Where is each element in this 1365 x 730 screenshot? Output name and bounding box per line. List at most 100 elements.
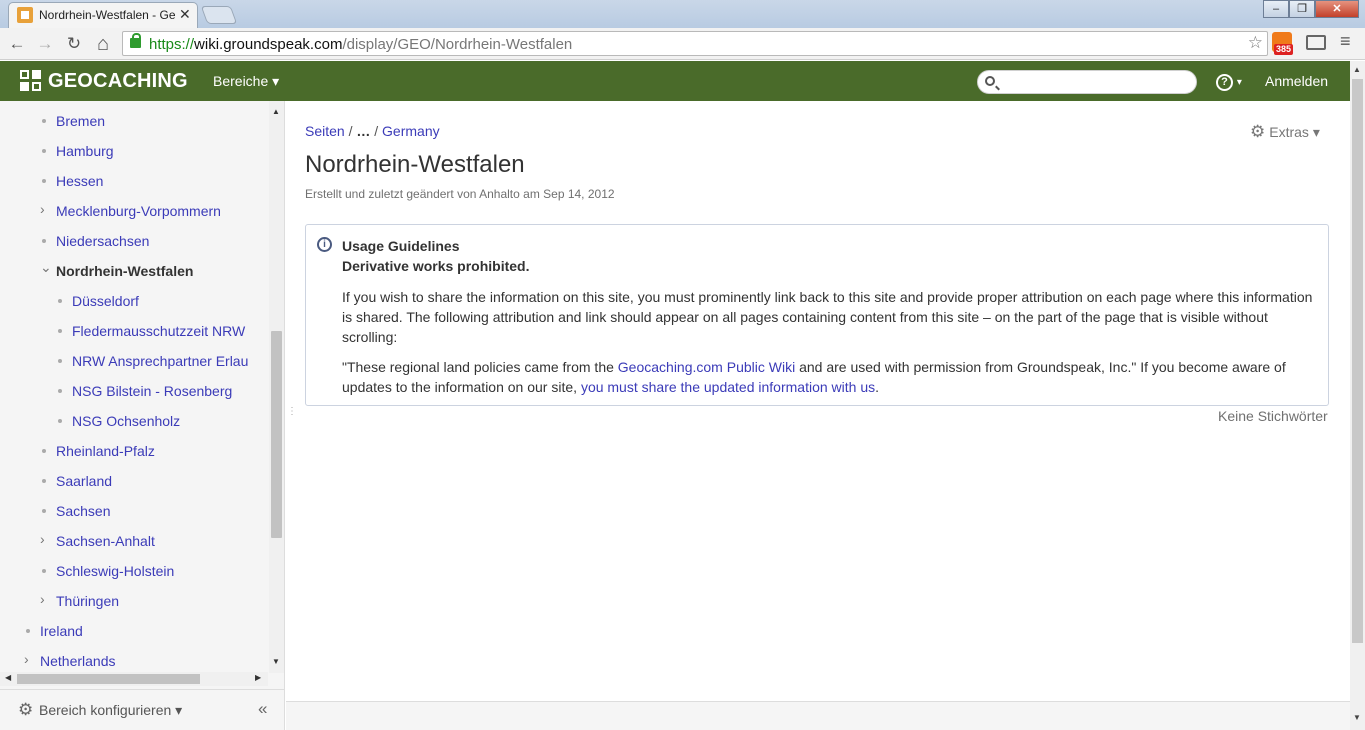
chevron-right-icon[interactable]: › [24,651,29,667]
spaces-menu[interactable]: Bereiche ▾ [213,73,279,90]
sidebar-tree-item[interactable]: Saarland [0,467,268,497]
browser-tab[interactable]: Nordrhein-Westfalen - Ge ✕ [8,2,198,28]
configure-space-button[interactable]: Bereich konfigurieren ▾ [39,702,182,719]
chevron-down-icon[interactable]: ⌄ [40,259,52,276]
sidebar-item-label: Saarland [56,473,113,489]
sidebar-tree-item[interactable]: NSG Bilstein - Rosenberg [0,377,268,407]
sidebar-tree-item[interactable]: Schleswig-Holstein [0,557,268,587]
tools-menu-label: Extras ▾ [1269,124,1320,140]
sidebar-item-label: Ireland [40,623,83,639]
sidebar-tree-item[interactable]: › Mecklenburg-Vorpommern [0,197,268,227]
breadcrumb-root-link[interactable]: Seiten [305,123,345,139]
public-wiki-link[interactable]: Geocaching.com Public Wiki [618,359,795,375]
bullet-icon [26,629,30,633]
breadcrumb: Seiten / … / Germany [305,123,440,139]
sidebar-item-label: Hessen [56,173,104,189]
new-tab-button[interactable] [200,6,238,24]
scroll-up-arrow-icon[interactable]: ▲ [1353,65,1361,74]
sidebar-item-label: Rheinland-Pfalz [56,443,155,459]
sidebar-tree-item[interactable]: › Thüringen [0,587,268,617]
bullet-icon [58,389,62,393]
chevron-right-icon[interactable]: › [40,531,45,547]
rss-extension-icon[interactable]: 385 [1272,32,1294,55]
browser-toolbar: ← → ↻ ⌂ https://wiki.groundspeak.com/dis… [0,28,1365,60]
bullet-icon [42,179,46,183]
hscroll-thumb[interactable] [17,674,200,684]
sidebar-tree-item[interactable]: Düsseldorf [0,287,268,317]
scroll-left-arrow-icon[interactable]: ◀ [5,673,11,682]
chevron-right-icon[interactable]: › [40,591,45,607]
usage-guidelines-panel: i Usage Guidelines Derivative works proh… [305,224,1329,406]
tools-menu[interactable]: ⚙ Extras ▾ [1250,122,1320,142]
geocaching-logo[interactable]: GEOCACHING [20,70,188,92]
sidebar-tree-item[interactable]: Hamburg [0,137,268,167]
sidebar-tree-item[interactable]: Niedersachsen [0,227,268,257]
breadcrumb-separator: / [370,123,383,139]
login-link[interactable]: Anmelden [1265,73,1328,89]
page-scroll-thumb[interactable] [1352,79,1363,643]
page-title: Nordrhein-Westfalen [305,151,525,178]
sidebar-item-label: Thüringen [56,593,120,609]
breadcrumb-ellipsis[interactable]: … [356,123,370,139]
gear-icon[interactable]: ⚙ [18,700,33,720]
sidebar-item-label: NSG Bilstein - Rosenberg [72,383,233,399]
scroll-thumb[interactable] [271,331,282,538]
collapse-sidebar-icon[interactable]: « [258,699,267,719]
sidebar-tree-item[interactable]: NRW Ansprechpartner Erlau [0,347,268,377]
panel-paragraph: If you wish to share the information on … [342,289,1313,345]
scroll-down-arrow-icon[interactable]: ▼ [1353,713,1361,722]
forward-icon[interactable]: → [33,32,57,56]
sidebar-item-label: Hamburg [56,143,114,159]
browser-menu-icon[interactable]: ≡ [1340,31,1351,52]
url-path: /display/GEO/Nordrhein-Westfalen [342,36,573,53]
sidebar-tree-item[interactable]: › Netherlands [0,647,268,673]
bullet-icon [58,359,62,363]
chevron-right-icon[interactable]: › [40,201,45,217]
scroll-up-arrow-icon[interactable]: ▲ [272,107,280,116]
site-favicon-icon [17,7,33,23]
breadcrumb-parent-link[interactable]: Germany [382,123,440,139]
sidebar: Bremen Hamburg Hessen › Mecklenburg-Vorpomme… [0,101,285,730]
main-content: Seiten / … / Germany ⚙ Extras ▾ Nordrhein… [286,101,1350,701]
sidebar-tree-item[interactable]: › Sachsen-Anhalt [0,527,268,557]
bullet-icon [58,329,62,333]
page-labels: Keine Stichwörter [1218,408,1328,424]
sidebar-tree-item[interactable]: Rheinland-Pfalz [0,437,268,467]
page-vertical-scrollbar[interactable]: ▲ ▼ [1350,61,1365,730]
sidebar-tree-item[interactable]: Hessen [0,167,268,197]
browser-tab-strip: Nordrhein-Westfalen - Ge ✕ ‒ ❐ ✕ [0,0,1365,28]
minimize-button[interactable]: ‒ [1263,0,1289,18]
sidebar-tree-item[interactable]: ⌄ Nordrhein-Westfalen [0,257,268,287]
sidebar-tree-item[interactable]: Bremen [0,107,268,137]
search-input[interactable] [977,70,1197,94]
tab-close-icon[interactable]: ✕ [179,6,191,23]
scroll-right-arrow-icon[interactable]: ▶ [255,673,261,682]
sidebar-item-label: NSG Ochsenholz [72,413,181,429]
page-footer [286,701,1350,730]
sidebar-tree-item[interactable]: NSG Ochsenholz [0,407,268,437]
scroll-down-arrow-icon[interactable]: ▼ [272,657,280,666]
address-bar[interactable]: https://wiki.groundspeak.com/display/GEO… [122,31,1268,56]
help-menu[interactable]: ? ▾ [1216,72,1242,91]
bookmark-star-icon[interactable]: ☆ [1248,33,1263,53]
bullet-icon [58,299,62,303]
reload-icon[interactable]: ↻ [62,32,86,56]
home-icon[interactable]: ⌂ [91,32,115,56]
site-header: GEOCACHING Bereiche ▾ ? ▾ Anmelden [0,61,1350,101]
sidebar-horizontal-scrollbar[interactable]: ◀ ▶ [0,672,268,686]
share-updates-link[interactable]: you must share the updated information w… [581,379,875,395]
help-icon: ? [1216,74,1233,91]
search-icon [985,76,995,86]
sidebar-tree-item[interactable]: Ireland [0,617,268,647]
sidebar-vertical-scrollbar[interactable]: ▲ ▼ [269,101,284,673]
window-close-button[interactable]: ✕ [1315,0,1359,18]
sidebar-tree-item[interactable]: Fledermausschutzzeit NRW [0,317,268,347]
url-host: wiki.groundspeak.com [194,36,343,53]
gear-icon: ⚙ [1250,122,1266,141]
sidebar-tree-item[interactable]: Sachsen [0,497,268,527]
page-tree: Bremen Hamburg Hessen › Mecklenburg-Vorpomme… [0,101,268,673]
maximize-button[interactable]: ❐ [1289,0,1315,18]
bullet-icon [42,479,46,483]
cast-icon[interactable] [1306,35,1326,50]
back-icon[interactable]: ← [5,32,29,56]
